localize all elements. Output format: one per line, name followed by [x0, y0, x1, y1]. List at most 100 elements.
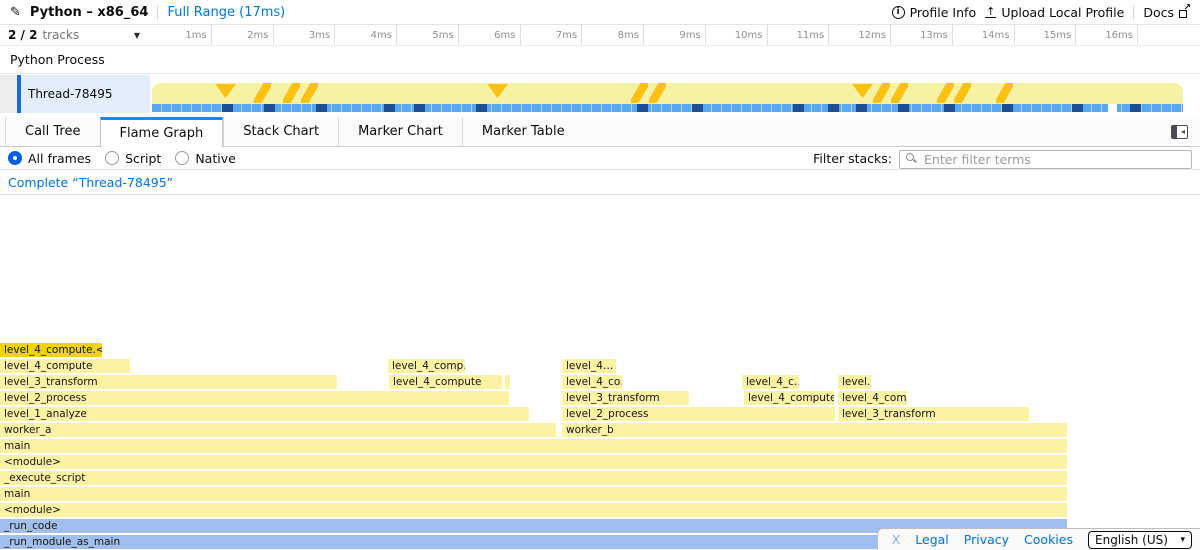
process-track-header[interactable]: Python Process: [0, 45, 1200, 74]
tab-marker-chart[interactable]: Marker Chart: [338, 117, 462, 146]
tracks-visibility-dropdown[interactable]: 2 / 2 tracks ▼: [0, 25, 150, 45]
flame-frame[interactable]: worker_a: [0, 423, 556, 437]
flame-frame[interactable]: <module>: [0, 455, 1067, 469]
ruler-tick: 16ms: [1076, 25, 1138, 45]
sample-dark-segment: [1072, 104, 1083, 112]
sample-dark-segment: [692, 104, 703, 112]
flame-frame[interactable]: level_3_transform: [0, 375, 337, 389]
footer-link-legal[interactable]: Legal: [915, 532, 949, 547]
header-divider: [1133, 5, 1134, 20]
external-link-icon: ↗: [1179, 7, 1190, 18]
ruler-tick: 8ms: [582, 25, 644, 45]
thread-track-label[interactable]: Thread-78495: [21, 75, 150, 113]
panel-tabbar: Call TreeFlame GraphStack ChartMarker Ch…: [0, 117, 1200, 147]
tab-stack-chart[interactable]: Stack Chart: [223, 117, 338, 146]
flame-frame[interactable]: level_4_compute.<l…: [0, 343, 102, 357]
radio-dot-icon: [175, 151, 189, 165]
flame-frame[interactable]: level_2_process: [562, 407, 835, 421]
flame-frame[interactable]: level…: [838, 375, 871, 389]
sample-dark-segment: [264, 104, 275, 112]
upload-icon: ↑: [985, 7, 996, 18]
tab-call-tree[interactable]: Call Tree: [5, 117, 100, 146]
flame-frame[interactable]: _execute_script: [0, 471, 1067, 485]
sample-dark-segment: [316, 104, 327, 112]
tab-marker-table[interactable]: Marker Table: [462, 117, 584, 146]
sample-dark-segment: [476, 104, 487, 112]
filter-stacks-input[interactable]: [899, 150, 1192, 169]
flame-frame[interactable]: <module>: [0, 503, 1067, 517]
thread-track: Thread-78495: [0, 75, 1200, 113]
radio-all-frames[interactable]: All frames: [8, 151, 91, 166]
thread-activity-graph[interactable]: [150, 75, 1200, 113]
profile-title: Python – x86_64: [30, 5, 149, 20]
header-divider: [157, 5, 158, 20]
radio-script[interactable]: Script: [105, 151, 161, 166]
radio-dot-icon: [8, 151, 22, 165]
radio-dot-icon: [105, 151, 119, 165]
ruler-tick: 15ms: [1015, 25, 1077, 45]
sample-dark-segment: [898, 104, 909, 112]
footer-bar: X Legal Privacy Cookies English (US) ▾: [877, 528, 1200, 550]
flame-frame[interactable]: [505, 375, 510, 389]
breadcrumb-complete-range[interactable]: Complete “Thread-78495”: [8, 175, 173, 190]
flame-frame[interactable]: level_4_compute: [0, 359, 130, 373]
sample-dark-segment: [637, 104, 648, 112]
flame-frame[interactable]: level_4_compute: [744, 391, 834, 405]
sample-dark-segment: [828, 104, 839, 112]
footer-link-privacy[interactable]: Privacy: [964, 532, 1009, 547]
upload-local-profile-button[interactable]: ↑ Upload Local Profile: [985, 5, 1124, 20]
sample-dark-segment: [856, 104, 867, 112]
ruler-tick: 1ms: [150, 25, 212, 45]
ruler-ticks: 1ms2ms3ms4ms5ms6ms7ms8ms9ms10ms11ms12ms1…: [0, 25, 1200, 45]
flame-frame[interactable]: worker_b: [562, 423, 1067, 437]
sample-strip: [152, 104, 1183, 112]
flame-graph-settings: All frames Script Native Filter stacks:: [0, 147, 1200, 170]
tab-flame-graph[interactable]: Flame Graph: [100, 117, 224, 147]
process-label: Python Process: [10, 52, 105, 67]
range-breadcrumb-row: Complete “Thread-78495”: [0, 171, 1200, 195]
flame-frame[interactable]: level_4_co…: [562, 375, 622, 389]
filter-stacks-label: Filter stacks:: [813, 151, 892, 166]
sample-separators: [152, 104, 1183, 112]
sample-dark-segment: [414, 104, 425, 112]
ruler-tick: 7ms: [521, 25, 583, 45]
ruler-tick: 13ms: [891, 25, 953, 45]
radio-label: Script: [125, 151, 161, 166]
flame-frame[interactable]: main: [0, 487, 1067, 501]
flame-frame[interactable]: level_4_c…: [742, 375, 799, 389]
frame-filter-radios: All frames Script Native: [8, 151, 236, 166]
ruler-tick: 6ms: [459, 25, 521, 45]
flame-frame[interactable]: level_4_compute: [389, 375, 502, 389]
flame-frame[interactable]: main: [0, 439, 1067, 453]
tracks-count: 2 / 2: [8, 28, 37, 42]
timeline-ruler: 1ms2ms3ms4ms5ms6ms7ms8ms9ms10ms11ms12ms1…: [0, 25, 1200, 45]
profile-info-button[interactable]: i Profile Info: [892, 5, 977, 20]
flame-frame[interactable]: level_4…: [562, 359, 616, 373]
sample-dark-segment: [1002, 104, 1013, 112]
docs-label: Docs: [1143, 5, 1174, 20]
radio-label: All frames: [28, 151, 91, 166]
flame-frame[interactable]: level_4_comp…: [388, 359, 465, 373]
docs-button[interactable]: Docs ↗: [1143, 5, 1190, 20]
sample-dark-segment: [384, 104, 395, 112]
footer-link-cookies[interactable]: Cookies: [1024, 532, 1073, 547]
flame-frame[interactable]: level_3_transform: [562, 391, 689, 405]
top-header: ✎ Python – x86_64 Full Range (17ms) i Pr…: [0, 0, 1200, 25]
ruler-tick: 9ms: [644, 25, 706, 45]
flame-frame[interactable]: level_1_analyze: [0, 407, 529, 421]
flame-frame[interactable]: level_3_transform: [838, 407, 1029, 421]
full-range-button[interactable]: Full Range (17ms): [167, 5, 285, 20]
language-select[interactable]: English (US) ▾: [1088, 531, 1192, 549]
footer-link-x[interactable]: X: [892, 532, 901, 547]
flame-frame[interactable]: level_4_com…: [838, 391, 907, 405]
footer-links: X Legal Privacy Cookies: [892, 532, 1073, 547]
thread-track-gutter: [0, 75, 17, 113]
radio-native[interactable]: Native: [175, 151, 235, 166]
edit-profile-name-icon[interactable]: ✎: [10, 5, 21, 20]
sample-dark-segment: [1130, 104, 1141, 112]
ruler-tick: 4ms: [335, 25, 397, 45]
radio-label: Native: [195, 151, 235, 166]
flame-frame[interactable]: level_2_process: [0, 391, 509, 405]
sidebar-toggle-icon[interactable]: ◂: [1171, 125, 1188, 139]
sample-dark-segment: [944, 104, 955, 112]
